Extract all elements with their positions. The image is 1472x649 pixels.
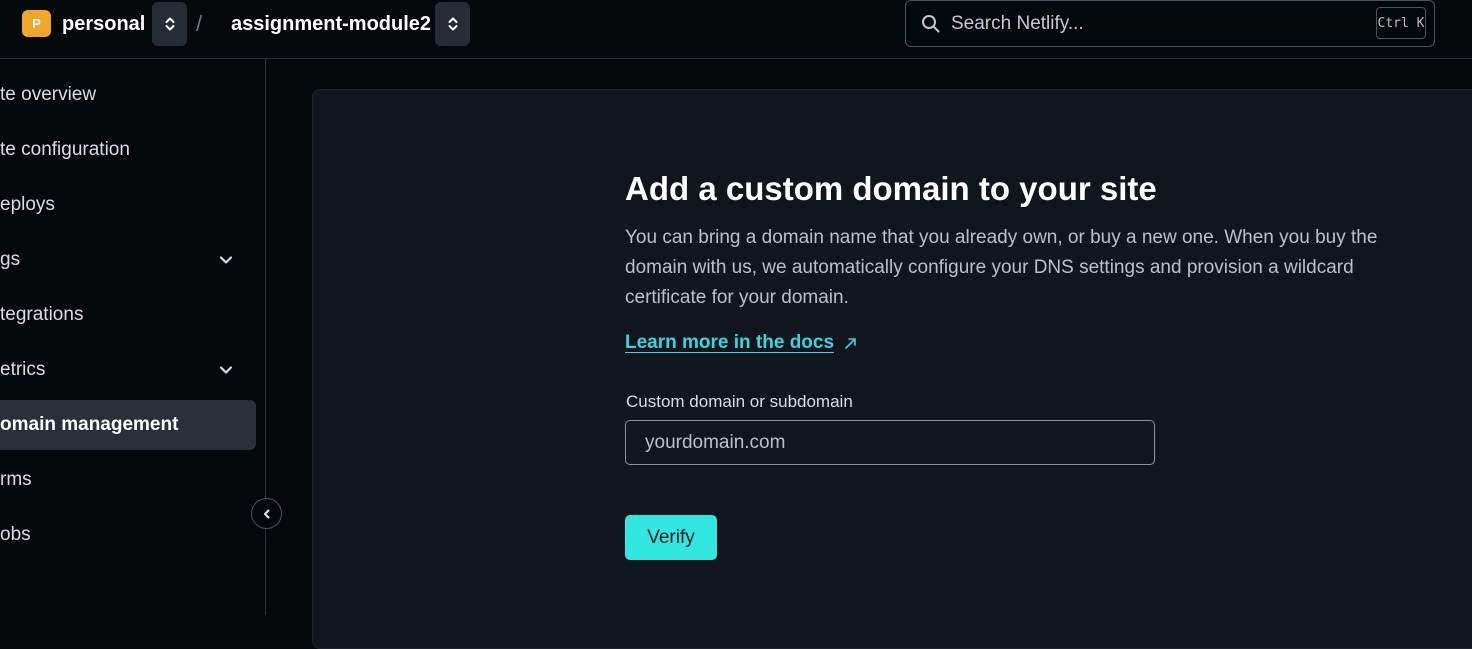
top-bar: P personal / assignment-module2 Ctrl K [0,0,1472,59]
search-input[interactable] [951,11,1351,37]
sidebar-item-label: tegrations [0,304,84,325]
sidebar-item-deploys[interactable]: eploys [0,180,256,230]
chevron-up-down-icon [448,17,457,31]
sidebar-item-label: gs [0,249,21,270]
chevron-down-icon[interactable] [218,252,234,268]
sidebar-item-logs[interactable]: gs [0,235,256,285]
sidebar-item-metrics[interactable]: etrics [0,345,256,395]
page-title: Add a custom domain to your site [625,170,1157,207]
collapse-sidebar-button[interactable] [251,498,282,529]
search-box[interactable]: Ctrl K [905,0,1435,47]
sidebar-item-blobs[interactable]: obs [0,510,256,560]
breadcrumb-separator: / [196,11,203,36]
sidebar-item-label: rms [0,469,32,490]
docs-link[interactable]: Learn more in the docs [625,332,857,354]
external-arrow-icon [845,337,856,349]
search-shortcut-badge: Ctrl K [1376,7,1426,39]
team-switcher-button[interactable] [152,2,187,46]
sidebar-item-label: eploys [0,194,55,215]
sidebar-item-forms[interactable]: rms [0,455,256,505]
sidebar-item-label: omain management [0,414,179,435]
page-description: You can bring a domain name that you alr… [625,227,1378,308]
chevron-down-icon[interactable] [218,362,234,378]
sidebar-item-label: te overview [0,84,97,105]
chevron-left-icon [263,509,269,518]
team-avatar[interactable]: P [22,10,51,37]
sidebar-item-domain-management[interactable]: omain management [0,400,256,450]
sidebar: te overview te configuration eploys gs t… [0,59,266,615]
team-name[interactable]: personal [62,13,145,36]
domain-field-label: Custom domain or subdomain [626,392,853,411]
site-name[interactable]: assignment-module2 [231,13,431,36]
sidebar-item-site-configuration[interactable]: te configuration [0,125,256,175]
sidebar-item-integrations[interactable]: tegrations [0,290,256,340]
verify-button[interactable]: Verify [625,515,717,560]
search-icon [922,15,940,33]
site-switcher-button[interactable] [435,2,470,46]
domain-input[interactable] [625,420,1155,465]
sidebar-item-label: obs [0,524,31,545]
sidebar-item-label: te configuration [0,139,130,160]
chevron-up-down-icon [165,17,174,31]
sidebar-item-site-overview[interactable]: te overview [0,70,256,120]
docs-link-label: Learn more in the docs [625,332,835,353]
sidebar-item-label: etrics [0,359,46,380]
